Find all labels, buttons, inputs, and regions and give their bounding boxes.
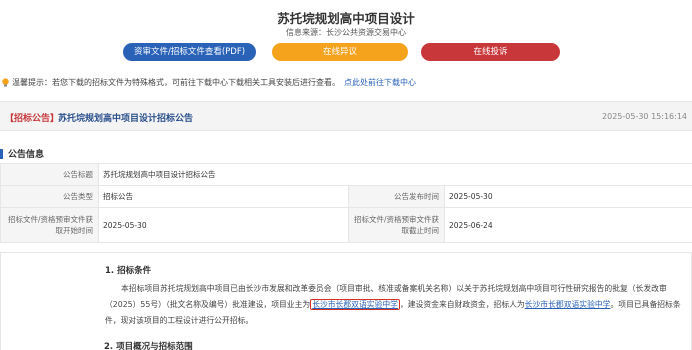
online-objection-button[interactable]: 在线异议 (272, 43, 408, 61)
online-complaint-button[interactable]: 在线投诉 (421, 43, 560, 61)
para-part-2: ，建设资金来自财政资金，招标人为 (399, 300, 525, 309)
project-owner-link[interactable]: 长沙市长郡双语实验中学 (310, 299, 400, 310)
value-title: 苏托垸规划高中项目设计招标公告 (97, 163, 692, 186)
announcement-headline: 苏托垸规划高中项目设计招标公告 (58, 114, 194, 124)
download-notice: 温馨提示：若您下载的招标文件为特殊格式，可前往下载中心下载相关工具安装后进行查看… (0, 75, 692, 89)
page-title: 苏托垸规划高中项目设计 (277, 11, 415, 26)
table-row: 公告类型 招标公告 公告发布时间 2025-05-30 (0, 185, 692, 208)
heading-project-overview: 2. 项目概况与招标范围 (104, 342, 193, 350)
value-type: 招标公告 (98, 185, 349, 208)
announcement-body: 1. 招标条件 本招标项目苏托垸规划高中项目已由长沙市发展和改革委员会（项目审批… (0, 252, 692, 350)
label-end-time: 招标文件/资格预审文件获取截止时间 (348, 207, 445, 243)
announcement-header: 【招标公告】 苏托垸规划高中项目设计招标公告 2025-05-30 15:16:… (0, 101, 692, 131)
bid-conditions-paragraph: 本招标项目苏托垸规划高中项目已由长沙市发展和改革委员会（项目审批、核准或备案机关… (105, 281, 681, 329)
info-source: 信息来源：长沙公共资源交易中心 (286, 28, 406, 37)
announcement-info-table: 公告标题 苏托垸规划高中项目设计招标公告 公告类型 招标公告 公告发布时间 20… (0, 163, 692, 243)
table-row: 公告标题 苏托垸规划高中项目设计招标公告 (0, 163, 692, 186)
lightbulb-icon (2, 77, 9, 87)
announcement-datetime: 2025-05-30 15:16:14 (602, 112, 687, 121)
value-start-time: 2025-05-30 (98, 207, 349, 243)
notice-text: 温馨提示：若您下载的招标文件为特殊格式，可前往下载中心下载相关工具安装后进行查看… (12, 77, 340, 87)
section-heading-info: 公告信息 (0, 147, 692, 160)
value-end-time: 2025-06-24 (443, 207, 692, 243)
heading-bid-conditions: 1. 招标条件 (105, 266, 152, 276)
view-bid-document-button[interactable]: 资审文件/招标文件查看(PDF) (123, 43, 256, 61)
download-center-link[interactable]: 点此处前往下载中心 (344, 77, 416, 88)
label-title: 公告标题 (0, 163, 99, 186)
table-row: 招标文件/资格预审文件获取开始时间 2025-05-30 招标文件/资格预审文件… (0, 207, 692, 243)
label-start-time: 招标文件/资格预审文件获取开始时间 (0, 207, 99, 243)
section-marker (0, 148, 3, 159)
label-type: 公告类型 (0, 185, 99, 208)
tenderer-link[interactable]: 长沙市长郡双语实验中学 (525, 300, 611, 309)
label-publish-time: 公告发布时间 (348, 185, 445, 208)
section-title: 公告信息 (8, 150, 45, 160)
announcement-tag: 【招标公告】 (5, 114, 60, 124)
value-publish-time: 2025-05-30 (443, 185, 692, 208)
